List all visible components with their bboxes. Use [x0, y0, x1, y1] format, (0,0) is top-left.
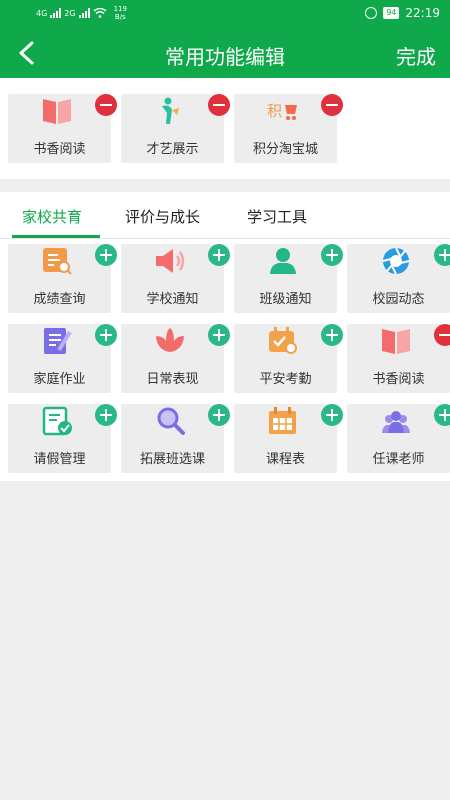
homework-icon [40, 326, 74, 356]
search-icon [153, 406, 187, 436]
aperture-icon [379, 246, 413, 276]
function-tile[interactable]: 日常表现 [121, 324, 230, 393]
add-function-button[interactable] [95, 244, 117, 266]
active-tab-indicator [12, 235, 100, 238]
signal-icon-2 [78, 8, 90, 18]
add-function-button[interactable] [321, 404, 343, 426]
book-icon [40, 96, 74, 126]
function-tile[interactable]: 学校通知 [121, 244, 230, 313]
attendance-icon [266, 326, 300, 356]
function-label: 书香阅读 [33, 142, 86, 157]
add-function-button[interactable] [321, 324, 343, 346]
function-tile[interactable]: 平安考勤 [234, 324, 343, 393]
add-function-button[interactable] [434, 404, 450, 426]
tab-learning-tools[interactable]: 学习工具 [247, 206, 307, 227]
battery-icon: 94 [383, 7, 400, 19]
speed-unit: B/s [114, 13, 126, 21]
function-label: 请假管理 [33, 452, 86, 467]
book-icon [379, 326, 413, 356]
points-shop-icon: 积 [266, 96, 300, 126]
function-label: 拓展班选课 [139, 452, 205, 467]
selected-functions-panel: 书香阅读 才艺展示 积积分淘宝城 [0, 78, 450, 179]
function-tile[interactable]: 积积分淘宝城 [234, 94, 343, 163]
function-tile[interactable]: 成绩查询 [8, 244, 117, 313]
function-label: 校园动态 [372, 292, 425, 307]
function-label: 学校通知 [146, 292, 199, 307]
function-tile[interactable]: 任课老师 [347, 404, 450, 473]
add-function-button[interactable] [434, 244, 450, 266]
lotus-icon [153, 326, 187, 356]
tab-evaluation[interactable]: 评价与成长 [125, 206, 200, 227]
function-label: 任课老师 [372, 452, 425, 467]
add-function-button[interactable] [321, 244, 343, 266]
status-bar: 4G 2G 119 B/s 94 22:19 [0, 0, 450, 28]
speaker-icon [153, 246, 187, 276]
add-function-button[interactable] [95, 324, 117, 346]
done-button[interactable]: 完成 [396, 41, 436, 70]
function-label: 课程表 [265, 452, 305, 467]
alarm-icon [365, 7, 378, 19]
remove-function-button[interactable] [321, 94, 343, 116]
person-icon [266, 246, 300, 276]
function-label: 成绩查询 [33, 292, 86, 307]
remove-function-button[interactable] [434, 324, 450, 346]
function-tile[interactable]: 拓展班选课 [121, 404, 230, 473]
talent-icon [153, 96, 187, 126]
signal-icon [50, 8, 62, 18]
grade-icon [40, 246, 74, 276]
leave-icon [40, 406, 74, 436]
svg-text:积: 积 [267, 102, 282, 120]
function-label: 才艺展示 [146, 142, 199, 157]
function-label: 书香阅读 [372, 372, 425, 387]
function-tile[interactable]: 班级通知 [234, 244, 343, 313]
function-tile[interactable]: 书香阅读 [8, 94, 117, 163]
function-catalog-panel: 家校共育 评价与成长 学习工具 成绩查询 学校通知 班级通知 校园动态家庭作业 日常表现… [0, 192, 450, 481]
function-tile[interactable]: 才艺展示 [121, 94, 230, 163]
teachers-icon [379, 406, 413, 436]
function-tile[interactable]: 请假管理 [8, 404, 117, 473]
page-title: 常用功能编辑 [165, 45, 285, 69]
tab-home-school[interactable]: 家校共育 [22, 206, 82, 227]
calendar-icon [266, 406, 300, 436]
add-function-button[interactable] [208, 244, 230, 266]
wifi-icon [93, 8, 107, 18]
function-tile[interactable]: 校园动态 [347, 244, 450, 313]
remove-function-button[interactable] [95, 94, 117, 116]
category-tabs: 家校共育 评价与成长 学习工具 [0, 192, 450, 239]
speed-value: 119 [113, 5, 127, 13]
function-label: 班级通知 [259, 292, 312, 307]
function-label: 平安考勤 [259, 372, 312, 387]
remove-function-button[interactable] [208, 94, 230, 116]
function-tile[interactable]: 课程表 [234, 404, 343, 473]
add-function-button[interactable] [95, 404, 117, 426]
function-tile[interactable]: 书香阅读 [347, 324, 450, 393]
network-label-1: 4G [36, 8, 48, 18]
add-function-button[interactable] [208, 404, 230, 426]
network-label-2: 2G [64, 8, 76, 18]
function-label: 家庭作业 [33, 372, 86, 387]
function-label: 日常表现 [146, 372, 199, 387]
network-speed: 119 B/s [114, 5, 127, 21]
selected-functions-row: 书香阅读 才艺展示 积积分淘宝城 [8, 94, 343, 163]
function-label: 积分淘宝城 [252, 142, 318, 157]
function-tile[interactable]: 家庭作业 [8, 324, 117, 393]
add-function-button[interactable] [208, 324, 230, 346]
function-grid: 成绩查询 学校通知 班级通知 校园动态家庭作业 日常表现 平安考勤 书香阅读请假管理 拓展班选… [8, 244, 450, 473]
title-bar: 常用功能编辑 完成 [0, 28, 450, 78]
clock: 22:19 [405, 6, 440, 20]
